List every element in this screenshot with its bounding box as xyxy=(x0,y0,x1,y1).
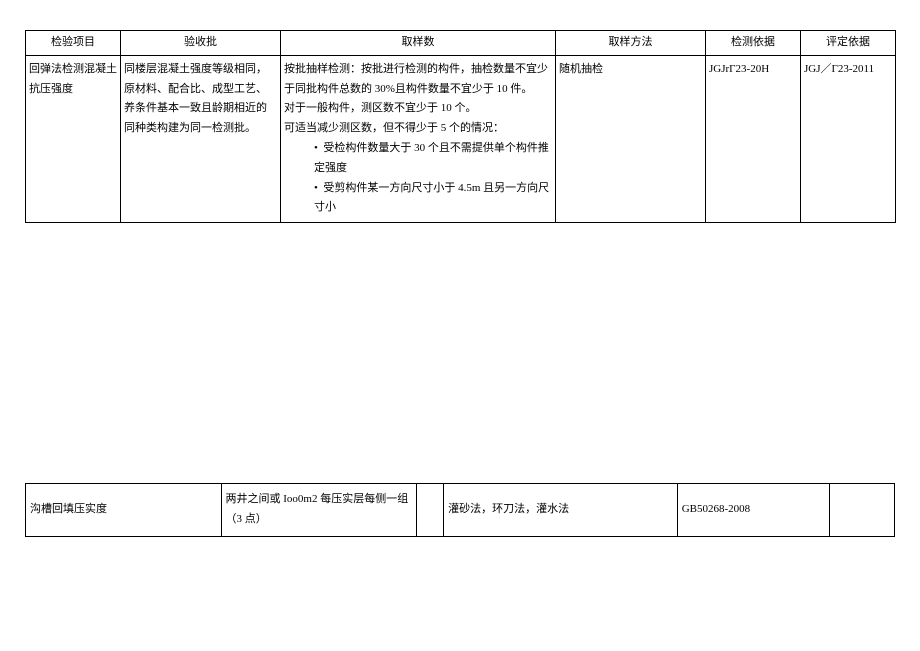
table-header-row: 检验项目 验收批 取样数 取样方法 检测依据 评定依据 xyxy=(26,31,896,56)
bullet-2: • 受剪构件某一方向尺寸小于 4.5m 且另一方向尺寸小 xyxy=(284,179,552,219)
header-batch: 验收批 xyxy=(121,31,281,56)
cell-detect: JGJrΓ23-20H xyxy=(706,55,801,222)
cell-eval: JGJ／Γ23-2011 xyxy=(801,55,896,222)
samples-line2: 对于一般构件，测区数不宜少于 10 个。 xyxy=(284,99,552,119)
header-samples: 取样数 xyxy=(281,31,556,56)
table-row: 回弹法检测混凝土抗压强度 同楼层混凝土强度等级相同，原材料、配合比、成型工艺、养… xyxy=(26,55,896,222)
cell-t2-c5: GB50268-2008 xyxy=(677,484,829,537)
samples-line1: 按批抽样检测：按批进行检测的构件，抽检数量不宜少于同批构件总数的 30%且构件数… xyxy=(284,60,552,100)
bullet-1: • 受检构件数量大于 30 个且不需提供单个构件推定强度 xyxy=(284,139,552,179)
cell-t2-c2: 两井之间或 Ioo0m2 每压实层每侧一组（3 点） xyxy=(221,484,417,537)
cell-t2-c6 xyxy=(829,484,894,537)
cell-t2-c1: 沟槽回填压实度 xyxy=(26,484,222,537)
page-gap xyxy=(25,223,895,483)
cell-t2-c3 xyxy=(417,484,444,537)
cell-batch: 同楼层混凝土强度等级相同，原材料、配合比、成型工艺、养条件基本一致且龄期相近的同… xyxy=(121,55,281,222)
cell-method: 随机抽检 xyxy=(556,55,706,222)
cell-t2-c4: 灌砂法，环刀法，灌水法 xyxy=(444,484,678,537)
cell-item: 回弹法检测混凝土抗压强度 xyxy=(26,55,121,222)
header-item: 检验项目 xyxy=(26,31,121,56)
header-eval: 评定依据 xyxy=(801,31,896,56)
header-method: 取样方法 xyxy=(556,31,706,56)
inspection-table-1: 检验项目 验收批 取样数 取样方法 检测依据 评定依据 回弹法检测混凝土抗压强度… xyxy=(25,30,896,223)
cell-samples: 按批抽样检测：按批进行检测的构件，抽检数量不宜少于同批构件总数的 30%且构件数… xyxy=(281,55,556,222)
inspection-table-2: 沟槽回填压实度 两井之间或 Ioo0m2 每压实层每侧一组（3 点） 灌砂法，环… xyxy=(25,483,895,537)
samples-line3: 可适当减少测区数，但不得少于 5 个的情况： xyxy=(284,119,552,139)
header-detect: 检测依据 xyxy=(706,31,801,56)
table-row: 沟槽回填压实度 两井之间或 Ioo0m2 每压实层每侧一组（3 点） 灌砂法，环… xyxy=(26,484,895,537)
